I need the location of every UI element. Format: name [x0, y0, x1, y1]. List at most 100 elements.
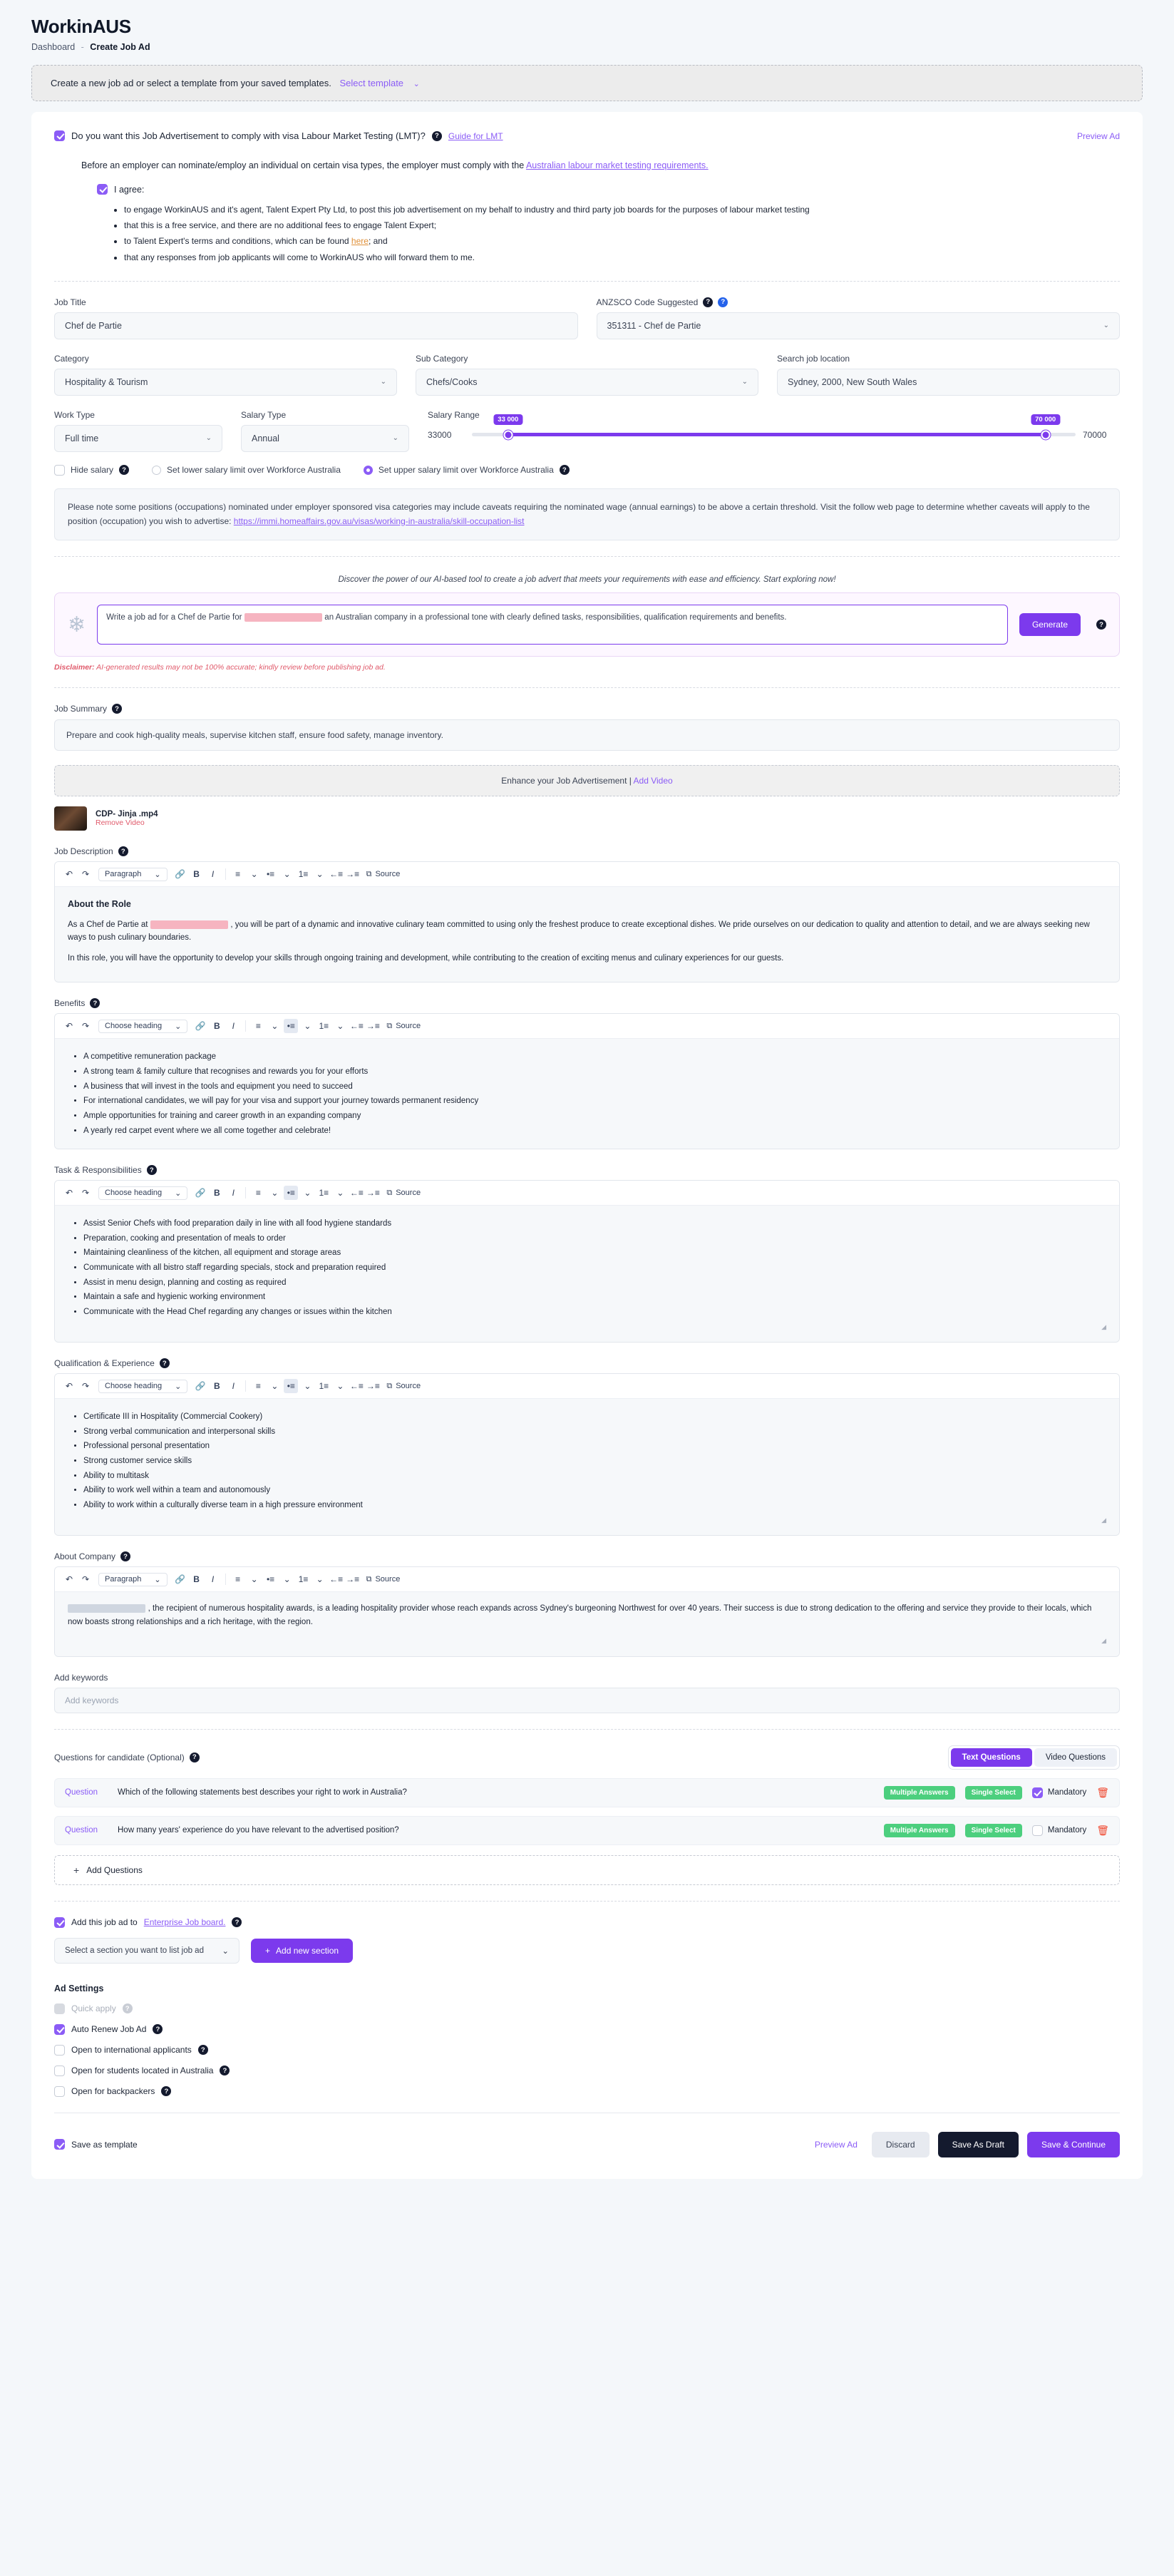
tab-text-questions[interactable]: Text Questions	[950, 1748, 1032, 1767]
redo-icon[interactable]: ↷	[78, 1572, 93, 1586]
undo-icon[interactable]: ↶	[62, 1019, 76, 1033]
video-thumbnail[interactable]	[54, 806, 87, 831]
help-icon[interactable]: ?	[703, 297, 714, 307]
help-icon[interactable]: ?	[112, 704, 123, 714]
backpackers-checkbox[interactable]	[54, 2085, 65, 2097]
preview-ad-link-top[interactable]: Preview Ad	[1077, 131, 1120, 141]
help-icon[interactable]: ?	[118, 846, 128, 857]
heading-style-select[interactable]: Choose heading ⌄	[98, 1186, 188, 1200]
help-icon[interactable]: ?	[189, 1752, 200, 1762]
outdent-icon[interactable]: ←≡	[329, 867, 344, 881]
set-upper-salary-radio[interactable]	[363, 465, 373, 475]
help-icon[interactable]: ?	[161, 2086, 172, 2097]
chevron-down-icon[interactable]: ⌄	[267, 1379, 282, 1393]
outdent-icon[interactable]: ←≡	[349, 1186, 364, 1200]
source-button[interactable]: ⧉ Source	[366, 870, 401, 879]
bulleted-list-icon[interactable]: •≡	[284, 1379, 299, 1394]
guide-for-lmt-link[interactable]: Guide for LMT	[448, 131, 503, 141]
location-input[interactable]: Sydney, 2000, New South Wales	[777, 368, 1120, 396]
set-lower-limit-group[interactable]: Set lower salary limit over Workforce Au…	[152, 465, 341, 475]
chevron-down-icon[interactable]: ⌄	[267, 1186, 282, 1200]
add-questions-button[interactable]: + Add Questions	[54, 1854, 1120, 1885]
mandatory-checkbox[interactable]	[1031, 1787, 1043, 1798]
paragraph-style-select[interactable]: Paragraph ⌄	[98, 867, 168, 881]
bulleted-list-icon[interactable]: •≡	[284, 1186, 299, 1201]
align-icon[interactable]: ≡	[231, 1572, 245, 1586]
help-icon[interactable]: ?	[197, 2045, 208, 2056]
select-template-link[interactable]: Select template	[339, 78, 403, 88]
info-icon[interactable]: ?	[718, 297, 728, 307]
resize-handle[interactable]: ◢	[68, 1636, 1106, 1646]
chevron-down-icon[interactable]: ⌄	[413, 80, 420, 88]
save-and-continue-button[interactable]: Save & Continue	[1026, 2131, 1120, 2157]
redo-icon[interactable]: ↷	[78, 1379, 93, 1393]
help-icon[interactable]: ?	[559, 465, 570, 476]
setting-auto-renew[interactable]: Auto Renew Job Ad ?	[54, 2023, 1120, 2035]
add-video-link[interactable]: Add Video	[634, 776, 673, 786]
redo-icon[interactable]: ↷	[78, 1019, 93, 1033]
link-icon[interactable]: 🔗	[193, 1019, 207, 1033]
about-company-content[interactable]: Company Hospitality , the recipient of n…	[55, 1592, 1119, 1656]
outdent-icon[interactable]: ←≡	[349, 1019, 364, 1033]
chevron-down-icon[interactable]: ⌄	[300, 1019, 314, 1033]
bulleted-list-icon[interactable]: •≡	[284, 1019, 299, 1034]
job-title-input[interactable]: Chef de Partie	[54, 312, 578, 339]
auto-renew-checkbox[interactable]	[54, 2023, 65, 2035]
enterprise-job-board-link[interactable]: Enterprise Job board.	[144, 1917, 226, 1927]
job-description-content[interactable]: About the Role As a Chef de Partie at Co…	[55, 887, 1119, 982]
students-australia-checkbox[interactable]	[54, 2065, 65, 2076]
italic-icon[interactable]: I	[206, 867, 220, 881]
help-icon[interactable]: ?	[159, 1358, 170, 1369]
qualification-content[interactable]: Certificate III in Hospitality (Commerci…	[55, 1399, 1119, 1536]
category-select[interactable]: Hospitality & Tourism ⌄	[54, 368, 397, 396]
help-icon[interactable]: ?	[232, 1917, 242, 1928]
link-icon[interactable]: 🔗	[173, 1572, 187, 1586]
bold-icon[interactable]: B	[210, 1186, 224, 1200]
chevron-down-icon[interactable]: ⌄	[247, 1572, 262, 1586]
help-icon[interactable]: ?	[153, 2024, 163, 2035]
hide-salary-group[interactable]: Hide salary ?	[54, 464, 130, 476]
enterprise-job-board-checkbox[interactable]	[54, 1916, 65, 1928]
question-text[interactable]: How many years' experience do you have r…	[118, 1826, 874, 1834]
chevron-down-icon[interactable]: ⌄	[280, 867, 294, 881]
chevron-down-icon[interactable]: ⌄	[280, 1572, 294, 1586]
source-button[interactable]: ⧉ Source	[386, 1382, 421, 1391]
save-as-template-checkbox[interactable]	[54, 2139, 65, 2150]
bold-icon[interactable]: B	[210, 1379, 224, 1393]
slider-knob-max[interactable]	[1041, 430, 1051, 440]
help-icon[interactable]: ?	[120, 1551, 131, 1562]
generate-button[interactable]: Generate	[1019, 613, 1081, 637]
bold-icon[interactable]: B	[190, 1572, 204, 1586]
job-summary-input[interactable]: Prepare and cook high-quality meals, sup…	[54, 719, 1120, 751]
lmt-compliance-checkbox[interactable]	[54, 130, 65, 141]
align-icon[interactable]: ≡	[251, 1186, 265, 1200]
numbered-list-icon[interactable]: 1≡	[316, 1019, 331, 1033]
paragraph-style-select[interactable]: Paragraph ⌄	[98, 1572, 168, 1586]
outdent-icon[interactable]: ←≡	[349, 1379, 364, 1393]
chevron-down-icon[interactable]: ⌄	[333, 1186, 347, 1200]
setting-backpackers[interactable]: Open for backpackers ?	[54, 2085, 1120, 2097]
chevron-down-icon[interactable]: ⌄	[247, 867, 262, 881]
help-icon[interactable]: ?	[220, 2066, 230, 2076]
bulleted-list-icon[interactable]: •≡	[264, 1572, 278, 1586]
keywords-input[interactable]: Add keywords	[54, 1687, 1120, 1713]
help-icon[interactable]: ?	[122, 2003, 133, 2014]
numbered-list-icon[interactable]: 1≡	[297, 867, 311, 881]
italic-icon[interactable]: I	[226, 1019, 240, 1033]
help-icon[interactable]: ?	[90, 998, 101, 1009]
salary-range-slider[interactable]: 33000 33 000 70 000 70000	[428, 414, 1120, 445]
undo-icon[interactable]: ↶	[62, 1572, 76, 1586]
question-text[interactable]: Which of the following statements best d…	[118, 1788, 874, 1797]
setting-students-australia[interactable]: Open for students located in Australia ?	[54, 2065, 1120, 2076]
bold-icon[interactable]: B	[190, 867, 204, 881]
salarytype-select[interactable]: Annual ⌄	[241, 424, 409, 452]
delete-icon[interactable]: 🗑	[1096, 1787, 1109, 1799]
preview-ad-button[interactable]: Preview Ad	[809, 2132, 863, 2157]
undo-icon[interactable]: ↶	[62, 1379, 76, 1393]
link-icon[interactable]: 🔗	[193, 1186, 207, 1200]
international-applicants-checkbox[interactable]	[54, 2044, 65, 2056]
anzsco-select[interactable]: 351311 - Chef de Partie ⌄	[596, 312, 1120, 339]
undo-icon[interactable]: ↶	[62, 1186, 76, 1200]
set-upper-limit-group[interactable]: Set upper salary limit over Workforce Au…	[363, 465, 570, 476]
chevron-down-icon[interactable]: ⌄	[313, 867, 327, 881]
